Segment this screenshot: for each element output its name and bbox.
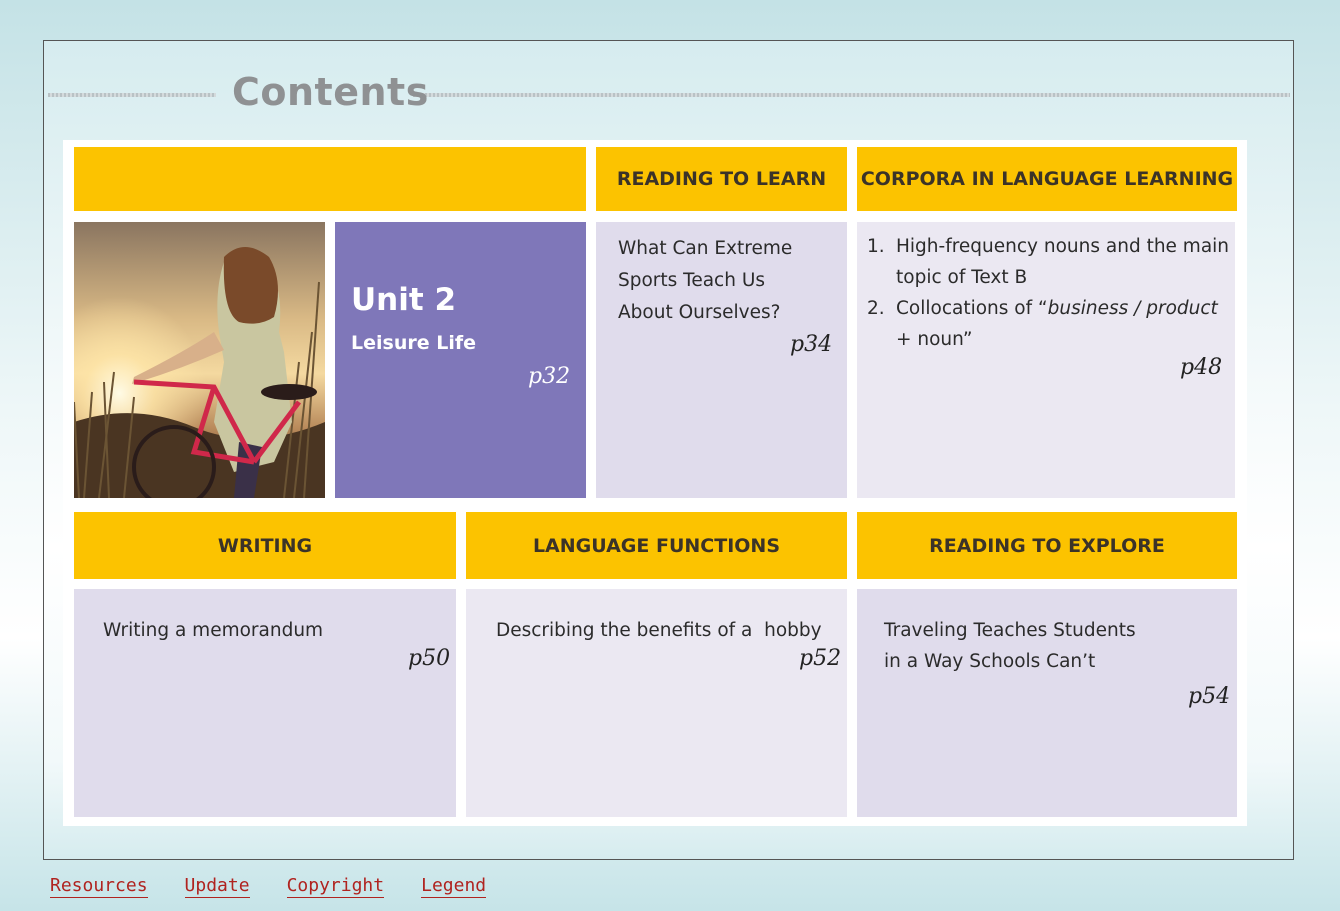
language-functions-page-number: p52 [799, 646, 842, 671]
language-functions-text: Describing the benefits of a hobby [496, 620, 822, 641]
corpora-item-1-line-1: High-frequency nouns and the main [896, 236, 1230, 257]
writing-text: Writing a memorandum [103, 620, 324, 641]
reading-to-learn-page-number: p34 [790, 332, 833, 357]
language-functions-card[interactable]: Describing the benefits of a hobby p52 [466, 589, 847, 817]
reading-to-learn-header[interactable]: READING TO LEARN [596, 147, 847, 211]
reading-to-explore-page-number: p54 [1188, 684, 1231, 709]
corpora-item-1: 1. High-frequency nouns and the main top… [857, 231, 1235, 293]
corpora-page-number: p48 [1180, 355, 1223, 380]
legend-link[interactable]: Legend [421, 875, 487, 898]
corpora-item-2-italic: business / product [1047, 298, 1218, 319]
unit-card[interactable]: Unit 2 Leisure Life p32 [335, 222, 586, 498]
writing-header[interactable]: WRITING [74, 512, 456, 579]
unit-header-bar [74, 147, 586, 211]
unit-subtitle: Leisure Life [351, 332, 476, 354]
update-link[interactable]: Update [184, 875, 250, 898]
corpora-card[interactable]: 1. High-frequency nouns and the main top… [857, 222, 1235, 498]
corpora-item-2-prefix: Collocations of “ [896, 298, 1048, 319]
reading-to-learn-line-1: What Can Extreme [618, 238, 793, 259]
title-rule-left [48, 93, 216, 97]
reading-to-explore-card[interactable]: Traveling Teaches Students in a Way Scho… [857, 589, 1237, 817]
language-functions-header[interactable]: LANGUAGE FUNCTIONS [466, 512, 847, 579]
corpora-item-1-line-2: topic of Text B [896, 267, 1028, 288]
writing-page-number: p50 [408, 646, 451, 671]
reading-to-learn-line-3: About Ourselves? [618, 302, 781, 323]
girl-with-bicycle-sunset-image [74, 222, 325, 498]
resources-link[interactable]: Resources [50, 875, 148, 898]
copyright-link[interactable]: Copyright [286, 875, 385, 898]
page-title: Contents [232, 70, 429, 114]
corpora-header[interactable]: CORPORA IN LANGUAGE LEARNING [857, 147, 1237, 211]
unit-page-number: p32 [528, 364, 571, 389]
reading-to-learn-line-2: Sports Teach Us [618, 270, 766, 291]
corpora-item-2-number: 2. [867, 298, 885, 319]
reading-to-explore-line-1: Traveling Teaches Students [884, 620, 1136, 641]
corpora-item-1-number: 1. [867, 236, 885, 257]
reading-to-learn-card[interactable]: What Can Extreme Sports Teach Us About O… [596, 222, 847, 498]
corpora-item-2-line-2: + noun” [896, 329, 973, 350]
reading-to-explore-line-2: in a Way Schools Can’t [884, 651, 1096, 672]
unit-photo [74, 222, 325, 498]
footer-links: Resources Update Copyright Legend [50, 875, 523, 898]
writing-card[interactable]: Writing a memorandum p50 [74, 589, 456, 817]
corpora-item-2-line-1: Collocations of “business / product [896, 293, 1235, 324]
unit-title: Unit 2 [351, 282, 457, 318]
title-rule-right [413, 93, 1290, 97]
corpora-item-2: 2. Collocations of “business / product +… [857, 293, 1235, 355]
reading-to-explore-header[interactable]: READING TO EXPLORE [857, 512, 1237, 579]
